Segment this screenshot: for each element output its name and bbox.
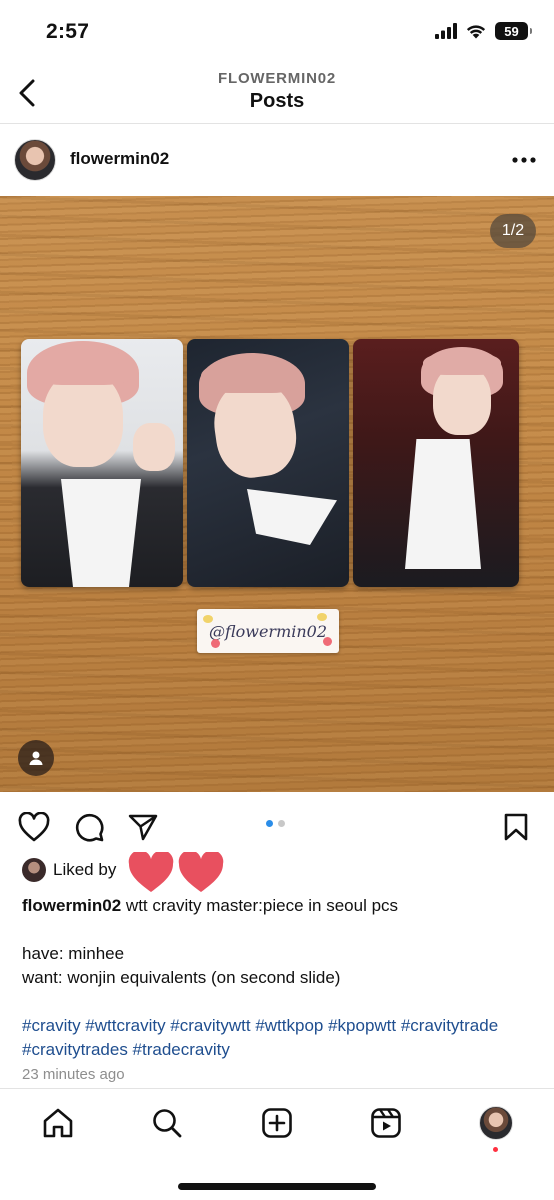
status-icons: 59 bbox=[435, 22, 532, 40]
tab-search[interactable] bbox=[149, 1105, 185, 1141]
status-bar: 2:57 59 bbox=[0, 0, 554, 62]
name-tag-text: @flowermin02 bbox=[208, 621, 328, 641]
likes-row[interactable]: Liked by bbox=[22, 852, 224, 892]
notification-dot bbox=[493, 1147, 498, 1152]
header-username: FLOWERMIN02 bbox=[218, 70, 336, 87]
carousel-dot bbox=[266, 820, 273, 827]
caption-want: want: wonjin equivalents (on second slid… bbox=[22, 968, 341, 987]
likes-text: Liked by bbox=[53, 860, 117, 879]
search-icon bbox=[153, 1109, 182, 1138]
share-button[interactable] bbox=[126, 810, 160, 844]
home-indicator bbox=[178, 1183, 376, 1190]
caption-have: have: minhee bbox=[22, 944, 125, 963]
post-header: flowermin02 bbox=[0, 134, 554, 186]
name-tag-sticker: @flowermin02 bbox=[197, 609, 339, 653]
reels-icon bbox=[371, 1108, 401, 1138]
heart-icon bbox=[18, 812, 50, 842]
caption: flowermin02 wtt cravity master:piece in … bbox=[22, 894, 537, 1062]
caption-line: flowermin02 wtt cravity master:piece in … bbox=[22, 894, 537, 918]
more-icon bbox=[512, 157, 536, 163]
avatar[interactable] bbox=[14, 139, 56, 181]
save-button[interactable] bbox=[499, 810, 533, 844]
post-photo[interactable]: 1/2 @flowermin02 bbox=[0, 196, 554, 792]
profile-avatar bbox=[479, 1106, 513, 1140]
page-title: Posts bbox=[249, 90, 305, 112]
heart-sticker-icon bbox=[128, 852, 174, 892]
liker-avatar bbox=[22, 858, 46, 882]
caption-text: wtt cravity master:piece in seoul pcs bbox=[121, 896, 399, 915]
more-options-button[interactable] bbox=[510, 148, 538, 172]
comment-button[interactable] bbox=[72, 810, 106, 844]
tagged-users-button[interactable] bbox=[18, 740, 54, 776]
signal-icon bbox=[435, 23, 457, 39]
status-time: 2:57 bbox=[46, 20, 90, 43]
bookmark-icon bbox=[504, 813, 528, 841]
caption-username[interactable]: flowermin02 bbox=[22, 896, 121, 915]
like-button[interactable] bbox=[17, 810, 51, 844]
tab-home[interactable] bbox=[40, 1105, 76, 1141]
send-icon bbox=[128, 814, 158, 841]
photocard-2 bbox=[187, 339, 349, 587]
header: FLOWERMIN02 Posts bbox=[0, 62, 554, 124]
tab-create[interactable] bbox=[259, 1105, 295, 1141]
post-timestamp: 23 minutes ago bbox=[22, 1066, 125, 1083]
tab-profile[interactable] bbox=[478, 1105, 514, 1141]
carousel-dot bbox=[278, 820, 285, 827]
hashtags[interactable]: #cravity #wttcravity #cravitywtt #wttkpo… bbox=[22, 1014, 537, 1062]
photocard-1 bbox=[21, 339, 183, 587]
home-icon bbox=[43, 1108, 73, 1138]
wifi-icon bbox=[466, 25, 486, 39]
create-icon bbox=[262, 1108, 292, 1138]
post-username[interactable]: flowermin02 bbox=[70, 149, 169, 169]
post-actions bbox=[0, 806, 554, 846]
carousel-indicator bbox=[266, 820, 285, 827]
tab-reels[interactable] bbox=[368, 1105, 404, 1141]
photocard-3 bbox=[353, 339, 519, 587]
slide-counter: 1/2 bbox=[490, 214, 536, 248]
battery-icon: 59 bbox=[495, 22, 532, 40]
comment-icon bbox=[75, 813, 104, 842]
heart-sticker-icon bbox=[178, 852, 224, 892]
person-icon bbox=[29, 751, 43, 765]
